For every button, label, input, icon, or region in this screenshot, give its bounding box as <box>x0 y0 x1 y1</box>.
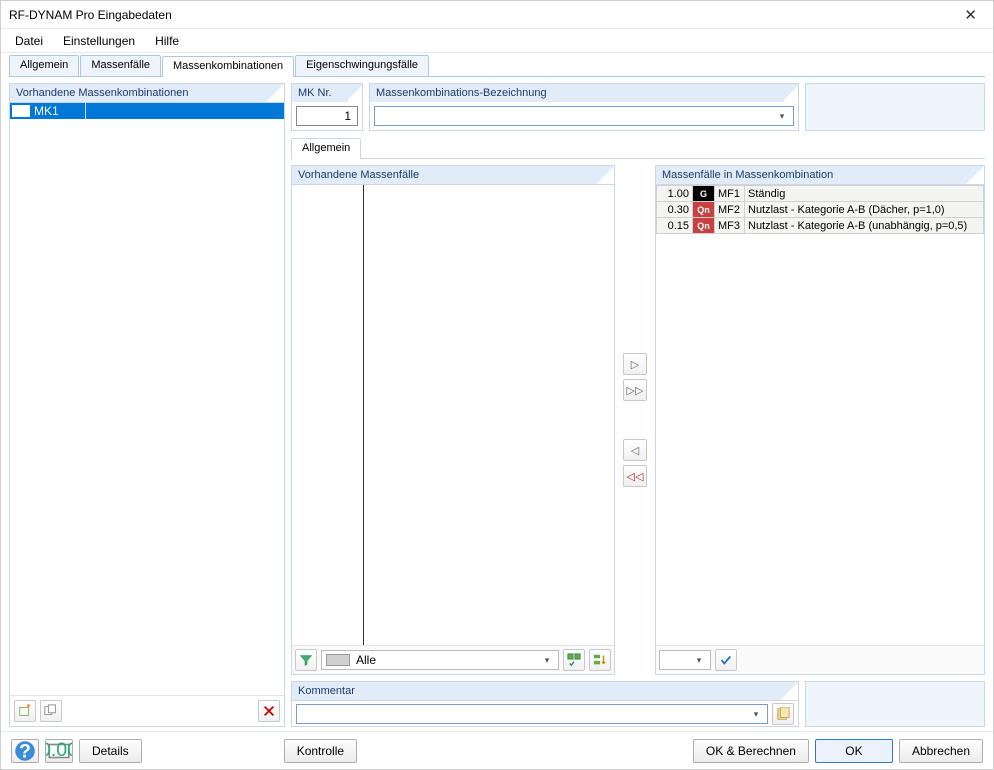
svg-text:?: ? <box>19 740 31 762</box>
details-button[interactable]: Details <box>79 739 142 763</box>
mass-combo-list-panel: Vorhandene Massenkombinationen MK1 <box>9 83 285 727</box>
mk-number-label: MK Nr. <box>292 84 362 102</box>
filter-row-left: Alle ▾ <box>292 645 614 674</box>
in-combo-mass-cases-panel: Massenfälle in Massenkombination 1.00 G … <box>655 165 985 675</box>
tab-eigen[interactable]: Eigenschwingungsfälle <box>295 55 429 76</box>
comment-box: Kommentar ▾ <box>291 681 799 727</box>
add-all-button[interactable]: ▷▷ <box>623 379 647 401</box>
ok-calc-button[interactable]: OK & Berechnen <box>693 739 809 763</box>
comment-label: Kommentar <box>292 682 798 701</box>
titlebar: RF-DYNAM Pro Eingabedaten ✕ <box>1 1 993 29</box>
available-header: Vorhandene Massenfälle <box>292 166 614 185</box>
inner-tabs: Allgemein <box>291 137 985 159</box>
combo-name-box: Massenkombinations-Bezeichnung ▾ <box>369 83 799 131</box>
in-combo-table-wrap[interactable]: 1.00 G MF1 Ständig 0.30 Qn MF2 Nutzlast … <box>656 185 984 645</box>
copy-item-button[interactable] <box>40 700 62 722</box>
load-category-badge: G <box>693 186 715 202</box>
combo-name-text[interactable] <box>379 109 775 123</box>
select-all-button[interactable] <box>563 649 585 671</box>
filter-label: Alle <box>356 653 376 667</box>
menu-file[interactable]: Datei <box>5 30 53 52</box>
main-tabs: Allgemein Massenfälle Massenkombinatione… <box>9 55 985 77</box>
chevron-down-icon[interactable]: ▾ <box>540 655 554 666</box>
list-item[interactable]: MK1 <box>10 103 284 119</box>
load-category-badge: Qn <box>693 218 715 234</box>
header-fields-row: MK Nr. Massenkombinations-Bezeichnung ▾ <box>291 83 985 131</box>
ok-button[interactable]: OK <box>815 739 893 763</box>
mass-combo-list-header: Vorhandene Massenkombinationen <box>10 84 284 103</box>
close-icon[interactable]: ✕ <box>956 4 985 26</box>
factor-combo[interactable]: ▾ <box>659 650 711 670</box>
color-swatch <box>12 105 30 117</box>
menubar: Datei Einstellungen Hilfe <box>1 29 993 53</box>
chevron-down-icon[interactable]: ▾ <box>749 709 763 720</box>
comment-input[interactable]: ▾ <box>296 704 768 724</box>
filter-row-right: ▾ <box>656 645 984 674</box>
mk-number-input[interactable] <box>296 106 358 126</box>
mass-case-assignment-row: Vorhandene Massenfälle Alle ▾ <box>291 165 985 675</box>
filter-button[interactable] <box>295 649 317 671</box>
comment-text[interactable] <box>301 707 749 721</box>
list-toolbar <box>10 695 284 726</box>
content: Vorhandene Massenkombinationen MK1 MK Nr… <box>1 77 993 731</box>
menu-help[interactable]: Hilfe <box>145 30 189 52</box>
add-one-button[interactable]: ▷ <box>623 353 647 375</box>
chevron-down-icon[interactable]: ▾ <box>692 655 706 666</box>
aux-placeholder <box>805 681 985 727</box>
kontrolle-button[interactable]: Kontrolle <box>284 739 357 763</box>
available-mass-cases-panel: Vorhandene Massenfälle Alle ▾ <box>291 165 615 675</box>
in-combo-table: 1.00 G MF1 Ständig 0.30 Qn MF2 Nutzlast … <box>656 185 984 234</box>
details-pane: MK Nr. Massenkombinations-Bezeichnung ▾ … <box>291 83 985 727</box>
apply-factor-button[interactable] <box>715 649 737 671</box>
table-row[interactable]: 0.30 Qn MF2 Nutzlast - Kategorie A-B (Dä… <box>657 202 984 218</box>
color-swatch <box>326 654 350 666</box>
tab-mass-cases[interactable]: Massenfälle <box>80 55 161 76</box>
comment-library-button[interactable] <box>772 703 794 725</box>
remove-all-button[interactable]: ◁◁ <box>623 465 647 487</box>
combo-name-input[interactable]: ▾ <box>374 106 794 126</box>
load-category-badge: Qn <box>693 202 715 218</box>
transfer-buttons: ▷ ▷▷ ◁ ◁◁ <box>621 165 649 675</box>
new-item-button[interactable] <box>14 700 36 722</box>
svg-text:0.00: 0.00 <box>46 738 72 760</box>
units-button[interactable]: 0.00 <box>45 739 73 763</box>
tab-general[interactable]: Allgemein <box>9 55 79 76</box>
window-title: RF-DYNAM Pro Eingabedaten <box>9 8 172 22</box>
delete-item-button[interactable] <box>258 700 280 722</box>
tab-mass-combos[interactable]: Massenkombinationen <box>162 56 294 77</box>
remove-one-button[interactable]: ◁ <box>623 439 647 461</box>
list-item-label: MK1 <box>34 104 59 118</box>
menu-settings[interactable]: Einstellungen <box>53 30 145 52</box>
cancel-button[interactable]: Abbrechen <box>899 739 983 763</box>
filter-category-combo[interactable]: Alle ▾ <box>321 650 559 670</box>
mass-combo-list[interactable]: MK1 <box>10 103 284 695</box>
help-button[interactable]: ? <box>11 739 39 763</box>
mk-number-box: MK Nr. <box>291 83 363 131</box>
info-placeholder <box>805 83 985 131</box>
sort-button[interactable] <box>589 649 611 671</box>
chevron-down-icon[interactable]: ▾ <box>775 111 789 122</box>
available-mass-cases-list[interactable] <box>292 185 614 645</box>
table-row[interactable]: 0.15 Qn MF3 Nutzlast - Kategorie A-B (un… <box>657 218 984 234</box>
combo-name-label: Massenkombinations-Bezeichnung <box>370 84 798 102</box>
dialog-button-bar: ? 0.00 Details Kontrolle OK & Berechnen … <box>1 731 993 769</box>
table-row[interactable]: 1.00 G MF1 Ständig <box>657 186 984 202</box>
inner-tab-general[interactable]: Allgemein <box>291 138 361 159</box>
in-combo-header: Massenfälle in Massenkombination <box>656 166 984 185</box>
